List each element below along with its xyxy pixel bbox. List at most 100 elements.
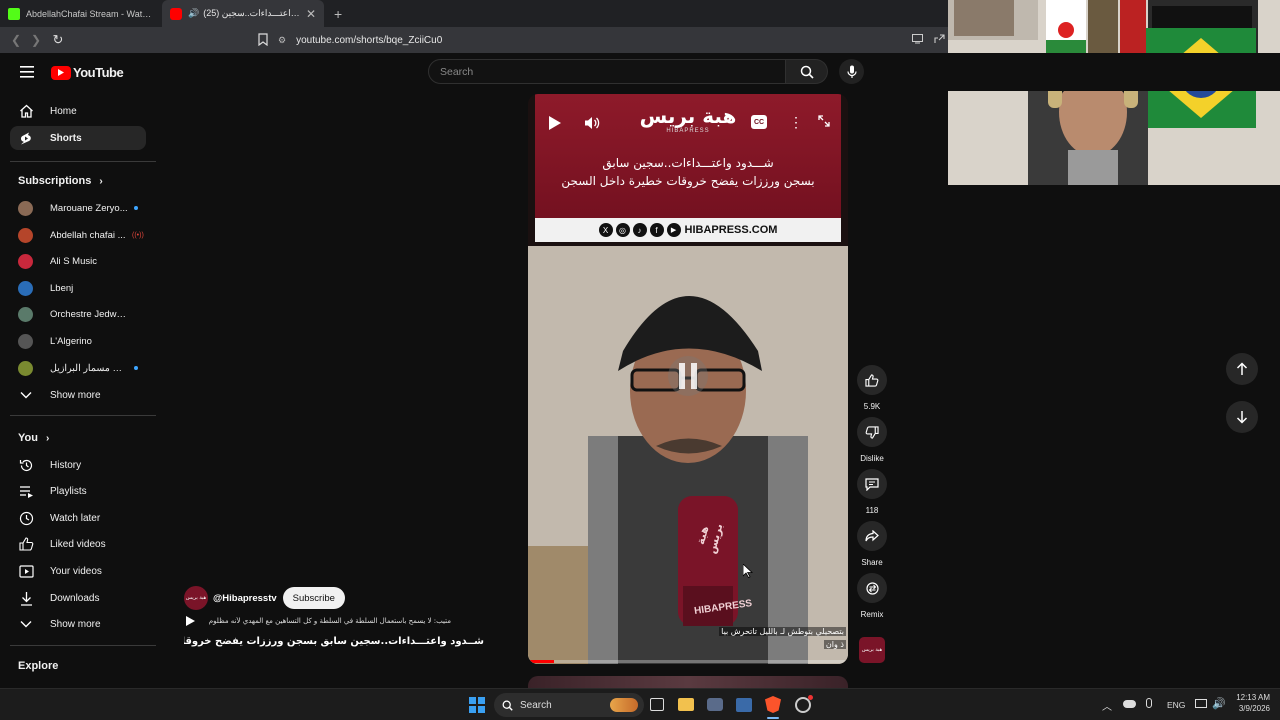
sidebar-item-playlists[interactable]: Playlists — [10, 479, 146, 503]
volume-tray-icon[interactable]: 🔊 — [1212, 697, 1226, 710]
subscription-item[interactable]: Lbenj — [18, 277, 148, 299]
sidebar-item-downloads[interactable]: Downloads — [10, 586, 146, 610]
sidebar-item-history[interactable]: History — [10, 453, 146, 477]
next-short-preview[interactable] — [528, 676, 848, 688]
sidebar-item-liked-videos[interactable]: Liked videos — [10, 532, 146, 556]
next-short-button[interactable] — [1226, 401, 1258, 433]
network-icon[interactable] — [1195, 699, 1207, 708]
close-tab-icon[interactable]: ✕ — [306, 7, 316, 21]
forward-icon[interactable]: ❯ — [28, 33, 44, 47]
back-icon[interactable]: ❮ — [8, 33, 24, 47]
sidebar-item-shorts[interactable]: Shorts — [10, 126, 146, 150]
menu-icon[interactable] — [20, 66, 34, 78]
avatar — [18, 200, 33, 216]
channel-avatar-small[interactable]: هبة بريس — [859, 637, 885, 663]
channel-avatar[interactable]: هبة بريس — [184, 586, 208, 610]
url-field[interactable]: ⚙ youtube.com/shorts/bqe_ZciiCu0 — [278, 30, 938, 50]
short-title[interactable]: شــدود واعتـــداءات..سجين سابق بسجن ورزز… — [184, 636, 484, 647]
remix-label: Remix — [860, 610, 884, 619]
subscriptions-show-more[interactable]: Show more — [10, 383, 146, 407]
bookmark-icon[interactable] — [258, 33, 268, 46]
taskbar-search-label: Search — [520, 699, 552, 711]
previous-short-button[interactable] — [1226, 353, 1258, 385]
subscription-item[interactable]: Abdellah chafai ... ((•)) — [18, 224, 148, 246]
channel-handle[interactable]: @Hibapresstv — [213, 593, 277, 604]
sidebar-item-label: Watch later — [50, 512, 101, 524]
subscriptions-title[interactable]: Subscriptions › — [18, 175, 103, 187]
subscription-item[interactable]: Marouane Zeryo... — [18, 197, 148, 219]
comment-icon — [865, 477, 879, 491]
sidebar-item-home[interactable]: Home — [10, 99, 146, 123]
dislike-button[interactable] — [857, 417, 887, 447]
brave-browser-icon[interactable] — [765, 696, 781, 713]
site-info-icon[interactable]: ⚙ — [278, 35, 286, 46]
search-input[interactable]: Search — [428, 59, 786, 84]
start-button[interactable] — [469, 697, 485, 713]
fullscreen-icon[interactable] — [818, 115, 830, 127]
captions-button[interactable]: CC — [751, 115, 767, 129]
dislike-label: Dislike — [860, 454, 884, 463]
dislike-action[interactable]: Dislike — [854, 417, 890, 463]
browser-tab-stream[interactable]: AbdellahChafai Stream - Watch Live — [0, 0, 162, 27]
remix-action[interactable]: Remix — [854, 573, 890, 619]
microphone-icon — [846, 65, 857, 78]
like-action[interactable]: 5.9K — [854, 365, 890, 411]
shorts-video-player[interactable]: هبة بريس HIBAPRESS شـــدود واعتـــداءات.… — [528, 94, 848, 664]
comments-action[interactable]: 118 — [854, 469, 890, 515]
music-row[interactable]: متيب: لا يسمح باستعمال السلطة في السلطة … — [186, 616, 451, 626]
you-title[interactable]: You › — [18, 432, 49, 444]
reload-icon[interactable]: ↻ — [50, 32, 66, 48]
camera-app-icon[interactable] — [707, 698, 723, 711]
pause-overlay[interactable] — [668, 356, 708, 396]
you-show-more[interactable]: Show more — [10, 612, 146, 636]
language-indicator[interactable]: ENG — [1167, 700, 1185, 710]
subscribe-button[interactable]: Subscribe — [282, 587, 345, 609]
remix-button[interactable] — [857, 573, 887, 603]
url-text: youtube.com/shorts/bqe_ZciiCu0 — [296, 34, 443, 46]
subscription-item[interactable]: مسمار البرازيل Mes... — [18, 357, 148, 379]
taskbar-search[interactable]: Search — [494, 693, 644, 717]
task-view-icon[interactable] — [650, 698, 664, 711]
sidebar-item-label: Liked videos — [50, 538, 106, 550]
sidebar-item-watch-later[interactable]: Watch later — [10, 506, 146, 530]
avatar — [18, 360, 33, 376]
browser-tab-youtube[interactable]: 🔊 (25) شـــدود واعتـــداءات..سجين ✕ — [162, 0, 324, 27]
cast-icon[interactable] — [912, 34, 923, 44]
channel-avatar-text: هبة بريس — [185, 595, 207, 601]
share-button[interactable] — [857, 521, 887, 551]
search-button[interactable] — [786, 59, 828, 84]
onedrive-icon[interactable] — [1123, 700, 1136, 708]
volume-button[interactable] — [583, 114, 601, 132]
arrow-down-icon — [1236, 411, 1248, 424]
subscription-item[interactable]: Ali S Music — [18, 250, 148, 272]
share-icon — [865, 530, 879, 542]
new-tab-icon[interactable]: + — [334, 6, 342, 22]
youtube-masthead: YouTube Search — [0, 53, 1280, 91]
banner-headline-2: بسجن ورززات يفضح خروقات خطيرة داخل السجن — [561, 174, 815, 188]
share-page-icon[interactable] — [934, 34, 945, 44]
clock[interactable]: 12:13 AM 3/9/2026 — [1230, 693, 1270, 713]
banner-logo: هبة بريس HIBAPRESS — [633, 104, 743, 134]
youtube-logo[interactable]: YouTube — [51, 65, 124, 80]
show-hidden-icons[interactable]: ︿ — [1102, 698, 1112, 713]
play-button[interactable] — [546, 114, 564, 132]
store-app-icon[interactable] — [736, 698, 752, 712]
voice-search-button[interactable] — [839, 59, 864, 84]
new-content-dot — [134, 206, 138, 210]
avatar — [18, 253, 33, 269]
comments-button[interactable] — [857, 469, 887, 499]
progress-bar[interactable] — [528, 660, 848, 663]
thumbs-down-icon — [865, 425, 879, 439]
browser-tab-bar: AbdellahChafai Stream - Watch Live 🔊 (25… — [0, 0, 948, 27]
more-options-icon[interactable]: ⋮ — [789, 114, 803, 131]
file-explorer-icon[interactable] — [678, 698, 694, 711]
sidebar-item-label: Your videos — [50, 565, 102, 577]
explore-label: Explore — [18, 660, 59, 672]
subscription-item[interactable]: L'Algerino — [18, 330, 148, 352]
share-action[interactable]: Share — [854, 521, 890, 567]
subscription-item[interactable]: Orchestre Jedwane... — [18, 303, 148, 325]
banner-site-strip: X ◎ ♪ f ▶ HIBAPRESS.COM — [535, 218, 841, 242]
like-button[interactable] — [857, 365, 887, 395]
mic-tray-icon[interactable] — [1146, 698, 1152, 708]
sidebar-item-your-videos[interactable]: Your videos — [10, 559, 146, 583]
